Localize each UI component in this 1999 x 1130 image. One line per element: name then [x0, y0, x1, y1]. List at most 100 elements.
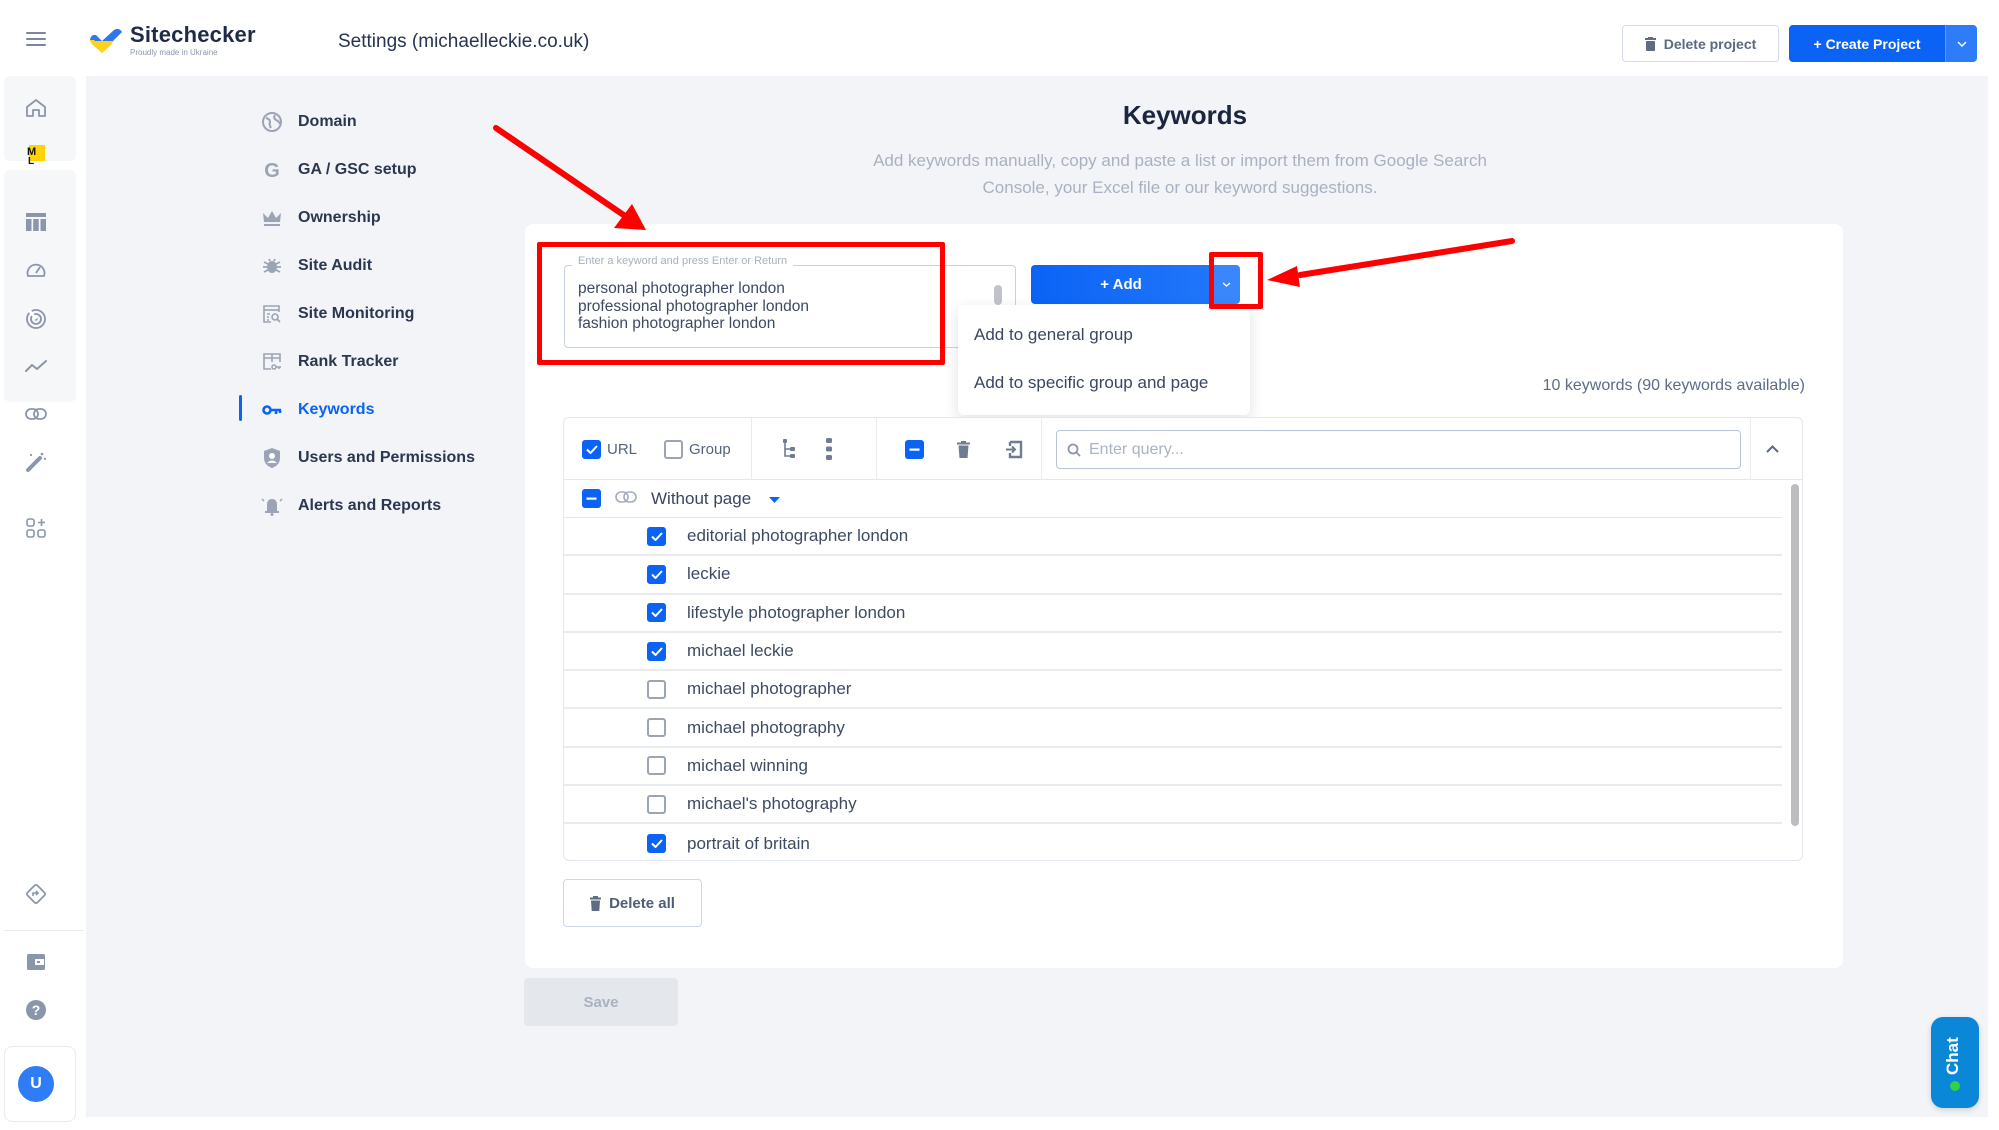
- nav-label: Rank Tracker: [298, 353, 399, 370]
- add-widget-icon[interactable]: [24, 516, 48, 540]
- delete-selected-icon[interactable]: [951, 437, 975, 461]
- chevron-up-icon: [1765, 445, 1779, 453]
- create-project-button[interactable]: + Create Project: [1789, 25, 1945, 62]
- more-vertical-icon[interactable]: [817, 437, 841, 461]
- collapse-button[interactable]: [1760, 437, 1784, 461]
- keyword-text: michael leckie: [687, 641, 794, 661]
- delete-all-button[interactable]: Delete all: [563, 879, 702, 927]
- help-icon[interactable]: ?: [24, 998, 48, 1022]
- settings-nav-site-audit[interactable]: Site Audit: [236, 251, 372, 281]
- keyword-list: editorial photographer london leckie lifes…: [564, 518, 1782, 860]
- logo[interactable]: Sitechecker Proudly made in Ukraine: [88, 24, 256, 57]
- menu-item-add-general-group[interactable]: Add to general group: [974, 325, 1133, 345]
- wallet-icon[interactable]: [24, 950, 48, 974]
- rail-divider: [4, 930, 84, 931]
- add-split-button: + Add: [1031, 265, 1240, 304]
- home-icon[interactable]: [24, 96, 48, 120]
- add-button[interactable]: + Add: [1031, 265, 1211, 304]
- menu-icon[interactable]: [26, 32, 46, 48]
- key-icon: [260, 398, 284, 422]
- settings-nav-domain[interactable]: Domain: [236, 107, 357, 137]
- dashboard-icon[interactable]: [24, 210, 48, 234]
- settings-nav-ownership[interactable]: Ownership: [236, 203, 381, 233]
- group-label: Group: [689, 441, 731, 458]
- table-scrollbar[interactable]: [1791, 484, 1799, 826]
- svg-text:L: L: [28, 156, 34, 165]
- section-title: Keywords: [1122, 100, 1248, 130]
- magic-wand-icon[interactable]: [24, 450, 48, 474]
- add-dropdown-menu: Add to general group Add to specific gro…: [958, 305, 1250, 415]
- project-favicon[interactable]: ML: [24, 142, 48, 166]
- checkbox-unchecked: [664, 440, 683, 459]
- row-checkbox-checked[interactable]: [647, 641, 666, 661]
- row-checkbox-checked[interactable]: [647, 603, 666, 623]
- menu-item-add-specific-group[interactable]: Add to specific group and page: [974, 373, 1208, 393]
- group-checkbox[interactable]: Group: [664, 440, 731, 459]
- icon-rail: ML ? U: [0, 76, 86, 1130]
- toolbar-divider: [876, 418, 877, 480]
- row-checkbox-checked[interactable]: [647, 564, 666, 584]
- url-checkbox[interactable]: URL: [582, 440, 637, 459]
- nav-label: Site Monitoring: [298, 305, 415, 322]
- settings-nav-site-monitoring[interactable]: Site Monitoring: [236, 299, 414, 329]
- settings-nav-ga-gsc[interactable]: G GA / GSC setup: [236, 155, 417, 185]
- avatar[interactable]: U: [18, 1066, 54, 1102]
- crown-icon: [260, 206, 284, 230]
- caret-down-icon[interactable]: [769, 490, 781, 508]
- settings-nav-users-permissions[interactable]: Users and Permissions: [236, 443, 475, 473]
- nav-label: Keywords: [298, 401, 375, 418]
- online-status-dot: [1950, 1081, 1960, 1091]
- group-name: Without page: [651, 488, 752, 508]
- nav-label: Domain: [298, 113, 357, 130]
- row-checkbox-unchecked[interactable]: [647, 718, 666, 738]
- toolbar-divider: [1041, 418, 1042, 480]
- radar-icon[interactable]: [24, 306, 48, 330]
- row-checkbox-unchecked[interactable]: [647, 679, 666, 699]
- tree-structure-icon[interactable]: [777, 437, 801, 461]
- add-dropdown-toggle[interactable]: [1211, 265, 1240, 304]
- nav-label: GA / GSC setup: [298, 161, 417, 178]
- svg-text:G: G: [264, 160, 280, 180]
- subtitle-line-1: Add keywords manually, copy and paste a …: [873, 151, 1487, 170]
- trash-icon: [1644, 36, 1656, 51]
- settings-nav-alerts-reports[interactable]: Alerts and Reports: [236, 491, 441, 521]
- table-row: michael leckie: [564, 633, 1782, 672]
- monitoring-icon: [260, 302, 284, 326]
- settings-nav-keywords[interactable]: Keywords: [236, 395, 374, 425]
- link-icon[interactable]: [24, 402, 48, 426]
- keyword-text: michael photographer: [687, 679, 852, 699]
- row-checkbox-checked[interactable]: [647, 526, 666, 546]
- speedometer-icon[interactable]: [24, 258, 48, 282]
- trend-line-icon[interactable]: [24, 354, 48, 378]
- user-shield-icon: [260, 446, 284, 470]
- keyword-text: editorial photographer london: [687, 526, 909, 546]
- save-button[interactable]: Save: [524, 978, 678, 1026]
- url-label: URL: [607, 441, 638, 458]
- table-row: michael winning: [564, 748, 1782, 787]
- brand-name: Sitechecker: [130, 22, 256, 47]
- import-icon[interactable]: [1001, 437, 1025, 461]
- diamond-arrow-icon[interactable]: [24, 882, 48, 906]
- group-select-checkbox[interactable]: [582, 489, 601, 508]
- keyword-input-value[interactable]: personal photographer london professiona…: [578, 280, 978, 332]
- search-icon: [1067, 443, 1081, 457]
- keyword-count: 10 keywords (90 keywords available): [1542, 377, 1805, 394]
- link-icon: [615, 490, 637, 508]
- deselect-all-icon[interactable]: [902, 437, 926, 461]
- table-row: portrait of britain: [564, 824, 1782, 860]
- row-checkbox-checked[interactable]: [647, 834, 666, 854]
- search-input[interactable]: [1089, 440, 1709, 459]
- row-checkbox-unchecked[interactable]: [647, 794, 666, 814]
- table-row: lifestyle photographer london: [564, 595, 1782, 633]
- search-box: [1056, 430, 1741, 469]
- delete-project-button[interactable]: Delete project: [1622, 25, 1779, 62]
- settings-nav-rank-tracker[interactable]: Rank Tracker: [236, 347, 399, 377]
- row-checkbox-unchecked[interactable]: [647, 756, 666, 776]
- chat-button[interactable]: Chat: [1931, 1017, 1979, 1108]
- nav-label: Users and Permissions: [298, 449, 475, 466]
- logo-heart-icon: [90, 28, 122, 53]
- table-toolbar: URL Group: [564, 418, 1802, 480]
- rank-tracker-icon: [260, 350, 284, 374]
- keyword-input-scrollbar[interactable]: [994, 285, 1002, 305]
- create-project-dropdown-toggle[interactable]: [1945, 25, 1977, 62]
